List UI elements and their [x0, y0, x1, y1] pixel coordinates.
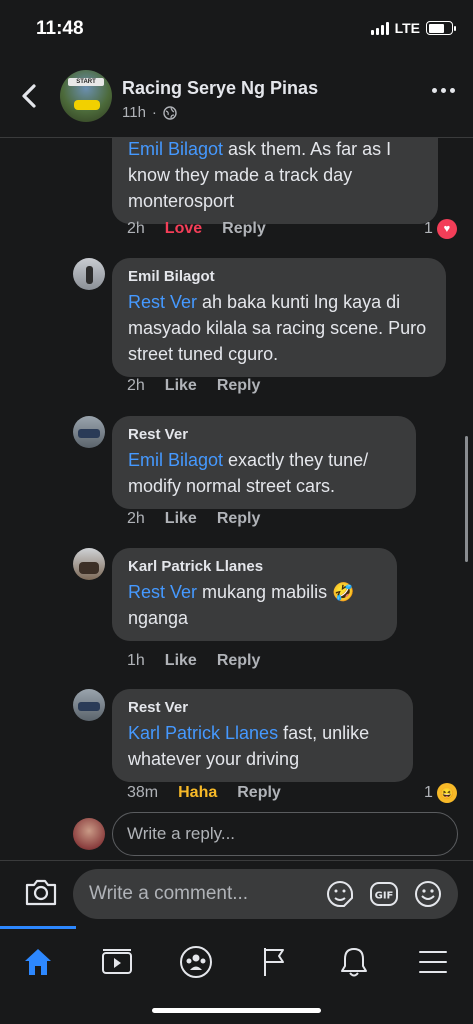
- signal-icon: [370, 21, 389, 35]
- video-icon: [102, 949, 132, 974]
- commenter-name[interactable]: Karl Patrick Llanes: [128, 558, 381, 575]
- comment-time: 2h: [127, 377, 145, 394]
- flag-icon: [264, 948, 284, 976]
- comments-list[interactable]: Emil Bilagot ask them. As far as I know …: [0, 58, 473, 858]
- tab-notifications[interactable]: [316, 936, 392, 988]
- gif-icon[interactable]: GIF: [368, 878, 400, 910]
- commenter-name[interactable]: Emil Bilagot: [128, 268, 430, 285]
- active-tab-indicator: [0, 926, 76, 929]
- comment-time: 38m: [127, 784, 159, 801]
- reaction-count[interactable]: 1 ♥: [424, 219, 457, 239]
- post-header: START Racing Serye Ng Pinas 11h ·: [0, 58, 473, 138]
- camera-icon[interactable]: [24, 877, 58, 907]
- mention-link[interactable]: Emil Bilagot: [128, 139, 223, 159]
- comment-actions: 1h Like Reply: [127, 652, 260, 670]
- comment-bubble: Karl Patrick Llanes Rest Ver mukang mabi…: [112, 548, 397, 641]
- commenter-name[interactable]: Rest Ver: [128, 426, 400, 443]
- comment-time: 2h: [127, 220, 145, 237]
- comment-time: 1h: [127, 652, 145, 669]
- avatar[interactable]: [73, 258, 105, 290]
- tab-pages[interactable]: [237, 936, 313, 988]
- chevron-left-icon[interactable]: [18, 82, 42, 110]
- reaction-count[interactable]: 1 😆: [424, 783, 457, 803]
- love-reaction-icon: ♥: [436, 219, 457, 239]
- mention-link[interactable]: Karl Patrick Llanes: [128, 723, 278, 743]
- status-indicators: LTE: [370, 20, 456, 36]
- mention-link[interactable]: Rest Ver: [128, 582, 197, 602]
- menu-icon: [419, 951, 447, 973]
- tab-groups[interactable]: [158, 936, 234, 988]
- groups-icon: [180, 946, 212, 978]
- haha-reaction-icon: 😆: [436, 783, 457, 803]
- commenter-name[interactable]: Rest Ver: [128, 699, 397, 716]
- battery-icon: [426, 21, 456, 35]
- love-button[interactable]: Love: [165, 220, 202, 238]
- reply-button[interactable]: Reply: [217, 652, 261, 670]
- tab-menu[interactable]: [395, 936, 471, 988]
- scrollbar[interactable]: [465, 436, 468, 562]
- reply-button[interactable]: Reply: [237, 784, 281, 802]
- tab-watch[interactable]: [79, 936, 155, 988]
- comment-text: Karl Patrick Llanes fast, unlike whateve…: [128, 723, 370, 769]
- avatar[interactable]: [73, 416, 105, 448]
- tab-home[interactable]: [0, 936, 76, 988]
- svg-text:GIF: GIF: [375, 891, 394, 902]
- comment-text: Rest Ver ah baka kunti lng kaya di masya…: [128, 292, 427, 364]
- reply-button[interactable]: Reply: [222, 220, 266, 238]
- my-avatar: [73, 818, 105, 850]
- more-horizontal-icon[interactable]: [432, 88, 455, 93]
- avatar[interactable]: [73, 689, 105, 721]
- avatar[interactable]: [73, 548, 105, 580]
- comment-bubble: Rest Ver Emil Bilagot exactly they tune/…: [112, 416, 416, 509]
- home-icon: [25, 949, 51, 975]
- emoji-icon[interactable]: [412, 878, 444, 910]
- like-button[interactable]: Like: [165, 652, 197, 670]
- comment-actions: 2h Like Reply: [127, 510, 260, 528]
- comment-text: Rest Ver mukang mabilis 🤣 nganga: [128, 582, 355, 628]
- post-age: 11h: [122, 104, 146, 121]
- page-avatar[interactable]: START: [60, 70, 112, 122]
- comment-time: 2h: [127, 510, 145, 527]
- comment-text: Emil Bilagot ask them. As far as I know …: [128, 139, 392, 211]
- comment-input[interactable]: Write a comment... GIF: [73, 869, 458, 919]
- input-actions: GIF: [324, 878, 444, 910]
- sticker-icon[interactable]: [324, 878, 356, 910]
- mention-link[interactable]: Rest Ver: [128, 292, 197, 312]
- reply-button[interactable]: Reply: [217, 510, 261, 528]
- comment-bubble: Emil Bilagot Rest Ver ah baka kunti lng …: [112, 258, 446, 377]
- mention-link[interactable]: Emil Bilagot: [128, 450, 223, 470]
- start-banner: START: [68, 78, 104, 86]
- status-bar: 11:48 LTE: [0, 0, 473, 58]
- post-meta: 11h ·: [122, 104, 177, 121]
- home-indicator: [152, 1008, 321, 1013]
- network-label: LTE: [394, 20, 420, 36]
- car-image: [74, 100, 100, 110]
- like-button[interactable]: Like: [165, 510, 197, 528]
- comment-actions: 2h Like Reply: [127, 377, 260, 395]
- reply-button[interactable]: Reply: [217, 377, 261, 395]
- haha-button[interactable]: Haha: [178, 784, 217, 802]
- status-time: 11:48: [36, 18, 84, 39]
- comment-bubble: Rest Ver Karl Patrick Llanes fast, unlik…: [112, 689, 413, 782]
- reply-input[interactable]: Write a reply...: [112, 812, 458, 856]
- globe-icon: [163, 105, 177, 120]
- like-button[interactable]: Like: [165, 377, 197, 395]
- bell-icon: [341, 948, 367, 977]
- comment-text: Emil Bilagot exactly they tune/ modify n…: [128, 450, 369, 496]
- page-name[interactable]: Racing Serye Ng Pinas: [122, 78, 318, 99]
- comment-actions: 2h Love Reply: [127, 220, 266, 238]
- comment-actions: 38m Haha Reply: [127, 784, 281, 802]
- comment-bar: Write a comment... GIF: [0, 860, 473, 926]
